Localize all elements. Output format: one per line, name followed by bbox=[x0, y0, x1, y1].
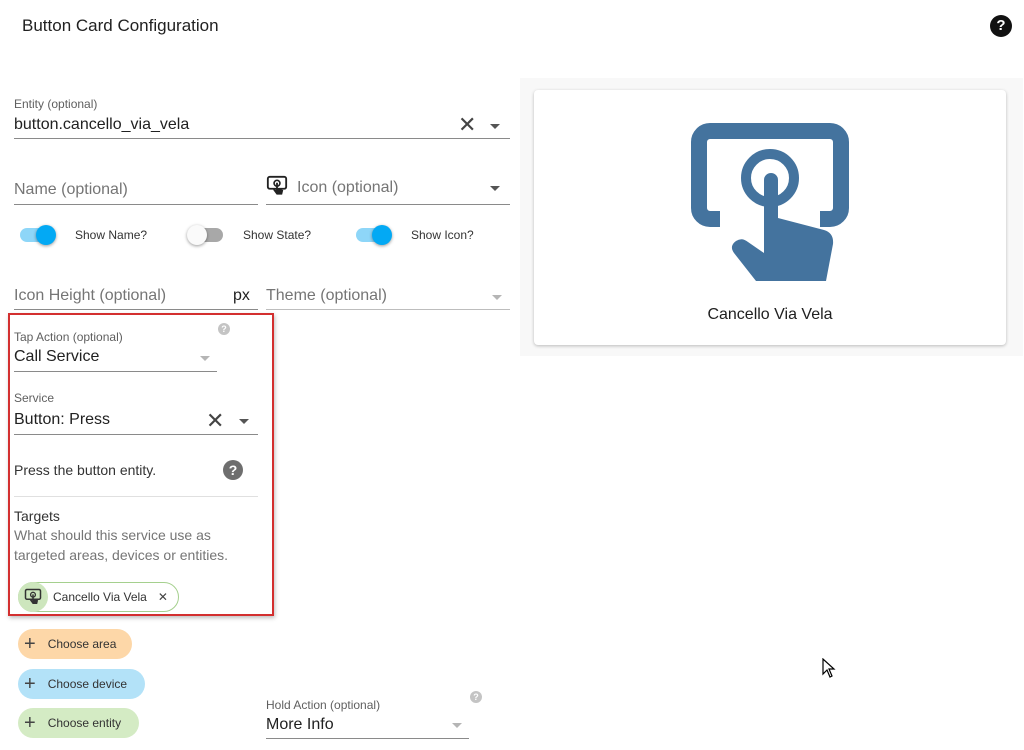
hold-action-label: Hold Action (optional) bbox=[266, 698, 381, 712]
entity-underline bbox=[14, 138, 510, 139]
show-name-label: Show Name? bbox=[75, 228, 148, 242]
cursor-icon bbox=[822, 658, 836, 678]
px-suffix: px bbox=[233, 287, 250, 304]
gesture-tap-button-icon bbox=[266, 175, 288, 195]
chevron-down-icon[interactable] bbox=[452, 723, 462, 728]
choose-area-label: Choose area bbox=[47, 637, 117, 651]
card-name: Cancello Via Vela bbox=[707, 306, 833, 323]
icon-input[interactable]: Icon (optional) bbox=[297, 179, 398, 197]
choose-area-button[interactable]: + Choose area bbox=[18, 629, 132, 659]
button-card-preview[interactable]: Cancello Via Vela bbox=[534, 90, 1006, 345]
show-icon-toggle[interactable] bbox=[356, 224, 396, 246]
choose-entity-button[interactable]: + Choose entity bbox=[18, 708, 139, 738]
target-entity-chip[interactable]: Cancello Via Vela ✕ bbox=[18, 582, 179, 612]
name-underline bbox=[14, 204, 258, 205]
plus-icon: + bbox=[24, 673, 36, 695]
plus-icon: + bbox=[24, 633, 36, 655]
hold-action-select[interactable]: More Info bbox=[266, 716, 334, 734]
icon-underline bbox=[266, 204, 510, 205]
service-underline bbox=[14, 434, 258, 435]
help-icon[interactable]: ? bbox=[223, 460, 243, 480]
choose-device-label: Choose device bbox=[47, 677, 128, 691]
targets-title: Targets bbox=[14, 508, 60, 524]
targets-description-line-2: targeted areas, devices or entities. bbox=[14, 547, 229, 563]
gesture-tap-button-icon bbox=[24, 588, 42, 605]
theme-underline bbox=[266, 309, 510, 310]
chip-avatar bbox=[18, 582, 48, 612]
help-icon[interactable]: ? bbox=[218, 323, 230, 335]
targets-description-line-1: What should this service use as bbox=[14, 527, 211, 543]
choose-entity-label: Choose entity bbox=[47, 716, 122, 730]
tap-action-select[interactable]: Call Service bbox=[14, 348, 99, 366]
chevron-down-icon[interactable] bbox=[200, 356, 210, 361]
chevron-down-icon[interactable] bbox=[239, 419, 249, 424]
icon-height-input[interactable]: Icon Height (optional) bbox=[14, 287, 166, 305]
clear-icon[interactable]: ✕ bbox=[206, 410, 224, 432]
help-icon[interactable]: ? bbox=[990, 15, 1012, 37]
show-state-label: Show State? bbox=[243, 228, 312, 242]
entity-input[interactable]: button.cancello_via_vela bbox=[14, 116, 189, 134]
icon-height-underline bbox=[14, 309, 258, 310]
chevron-down-icon[interactable] bbox=[490, 124, 500, 129]
chip-label: Cancello Via Vela bbox=[53, 590, 147, 604]
hold-action-underline bbox=[266, 738, 469, 739]
entity-label: Entity (optional) bbox=[14, 97, 98, 111]
close-icon[interactable]: ✕ bbox=[158, 590, 168, 604]
help-icon[interactable]: ? bbox=[470, 691, 482, 703]
divider bbox=[14, 496, 258, 497]
chevron-down-icon[interactable] bbox=[492, 295, 502, 300]
clear-icon[interactable]: ✕ bbox=[458, 114, 476, 136]
plus-icon: + bbox=[24, 712, 36, 734]
chevron-down-icon[interactable] bbox=[490, 186, 500, 191]
gesture-tap-button-icon bbox=[691, 123, 849, 281]
service-label: Service bbox=[14, 391, 55, 405]
service-input[interactable]: Button: Press bbox=[14, 411, 110, 429]
theme-select[interactable]: Theme (optional) bbox=[266, 287, 387, 305]
service-description: Press the button entity. bbox=[14, 462, 157, 478]
tap-action-underline bbox=[14, 371, 217, 372]
show-icon-label: Show Icon? bbox=[411, 228, 474, 242]
page-title: Button Card Configuration bbox=[22, 16, 219, 35]
show-state-toggle[interactable] bbox=[187, 224, 227, 246]
show-name-toggle[interactable] bbox=[20, 224, 60, 246]
choose-device-button[interactable]: + Choose device bbox=[18, 669, 145, 699]
name-input[interactable]: Name (optional) bbox=[14, 181, 128, 199]
tap-action-label: Tap Action (optional) bbox=[14, 330, 123, 344]
